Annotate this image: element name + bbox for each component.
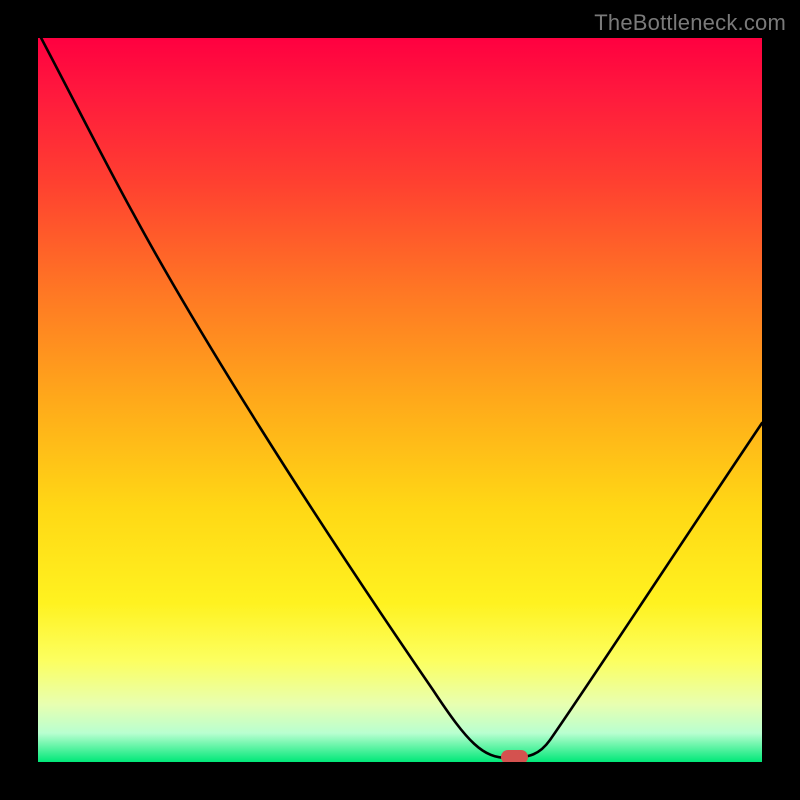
curve-layer <box>38 38 762 762</box>
plot-area <box>38 38 762 762</box>
chart-container: TheBottleneck.com <box>0 0 800 800</box>
bottleneck-curve <box>38 38 762 758</box>
trough-marker <box>501 750 528 762</box>
watermark-text: TheBottleneck.com <box>594 10 786 36</box>
